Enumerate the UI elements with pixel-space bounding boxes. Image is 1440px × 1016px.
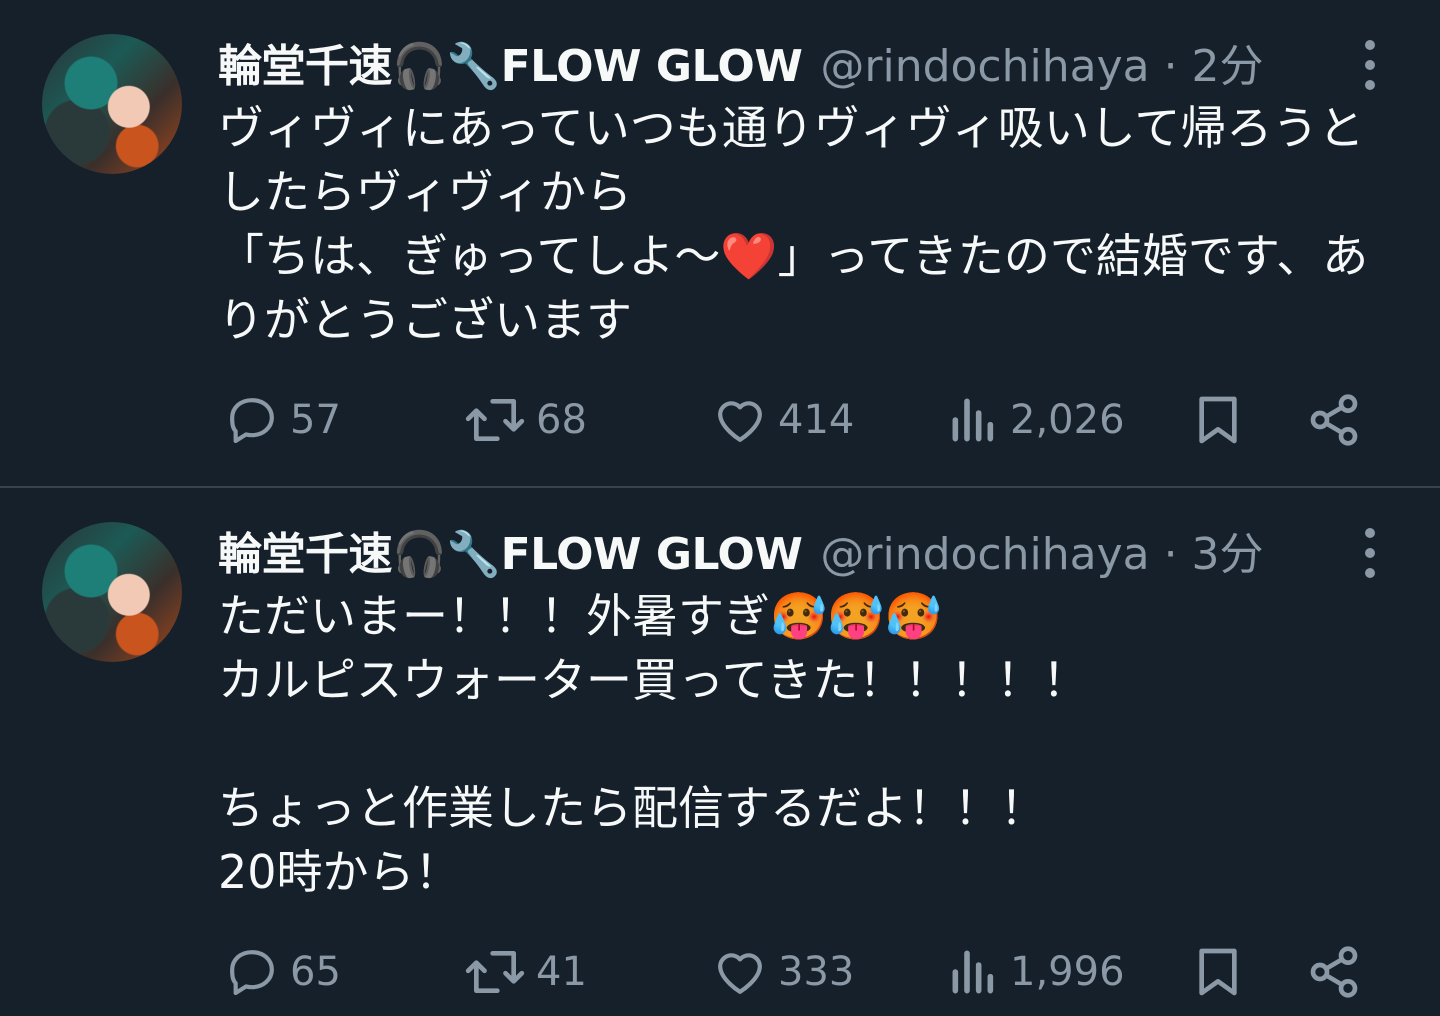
reply-icon xyxy=(230,398,274,444)
retweet-button[interactable]: 41 xyxy=(464,942,587,1002)
tweet-text: ヴィヴィにあっていつも通りヴィヴィ吸いして帰ろうとしたらヴィヴィから 「ちは、ぎ… xyxy=(218,101,1369,347)
reply-count: 65 xyxy=(290,949,341,995)
views-icon xyxy=(952,398,994,442)
views-icon xyxy=(952,950,994,994)
reply-button[interactable]: 57 xyxy=(224,390,341,450)
retweet-count: 68 xyxy=(536,397,587,443)
more-icon[interactable] xyxy=(1355,528,1385,578)
bookmark-button[interactable] xyxy=(1190,390,1246,450)
share-icon xyxy=(1310,946,1358,998)
like-icon xyxy=(718,953,762,994)
tweet-text: ただいまー！！！外暑すぎ🥵🥵🥵 カルピスウォーター買ってきた！！！！！ ちょっと… xyxy=(218,589,1089,899)
tweet-actions: 65 41 333 1,996 xyxy=(218,942,1368,1002)
like-icon xyxy=(718,401,762,442)
like-button[interactable]: 414 xyxy=(712,390,854,450)
views-button[interactable]: 1,996 xyxy=(948,942,1125,1002)
reply-icon xyxy=(230,950,274,996)
bookmark-button[interactable] xyxy=(1190,942,1246,1002)
tweet-actions: 57 68 414 2,026 xyxy=(218,390,1368,450)
avatar[interactable] xyxy=(42,34,182,174)
retweet-icon xyxy=(465,399,525,441)
views-button[interactable]: 2,026 xyxy=(948,390,1125,450)
share-icon xyxy=(1310,394,1358,446)
views-count: 1,996 xyxy=(1010,949,1125,995)
like-button[interactable]: 333 xyxy=(712,942,854,1002)
reply-count: 57 xyxy=(290,397,341,443)
display-name[interactable]: 輪堂千速🎧🔧FLOW GLOW xyxy=(218,30,803,94)
retweet-icon xyxy=(465,951,525,993)
handle-and-time[interactable]: @rindochihaya · 3分 xyxy=(820,518,1263,582)
tweet-1[interactable]: 輪堂千速🎧🔧FLOW GLOW @rindochihaya · 2分 ヴィヴィに… xyxy=(0,0,1440,488)
like-count: 414 xyxy=(778,397,855,443)
handle-and-time[interactable]: @rindochihaya · 2分 xyxy=(820,30,1263,94)
retweet-count: 41 xyxy=(536,949,587,995)
bookmark-icon xyxy=(1199,948,1237,996)
avatar[interactable] xyxy=(42,522,182,662)
tweet-2[interactable]: 輪堂千速🎧🔧FLOW GLOW @rindochihaya · 3分 ただいまー… xyxy=(0,488,1440,1014)
bookmark-icon xyxy=(1199,396,1237,444)
display-name[interactable]: 輪堂千速🎧🔧FLOW GLOW xyxy=(218,518,803,582)
retweet-button[interactable]: 68 xyxy=(464,390,587,450)
tweet-header: 輪堂千速🎧🔧FLOW GLOW @rindochihaya · 3分 xyxy=(218,520,1264,580)
tweet-header: 輪堂千速🎧🔧FLOW GLOW @rindochihaya · 2分 xyxy=(218,32,1264,92)
share-button[interactable] xyxy=(1306,390,1362,450)
views-count: 2,026 xyxy=(1010,397,1125,443)
more-icon[interactable] xyxy=(1355,40,1385,90)
reply-button[interactable]: 65 xyxy=(224,942,341,1002)
like-count: 333 xyxy=(778,949,855,995)
share-button[interactable] xyxy=(1306,942,1362,1002)
